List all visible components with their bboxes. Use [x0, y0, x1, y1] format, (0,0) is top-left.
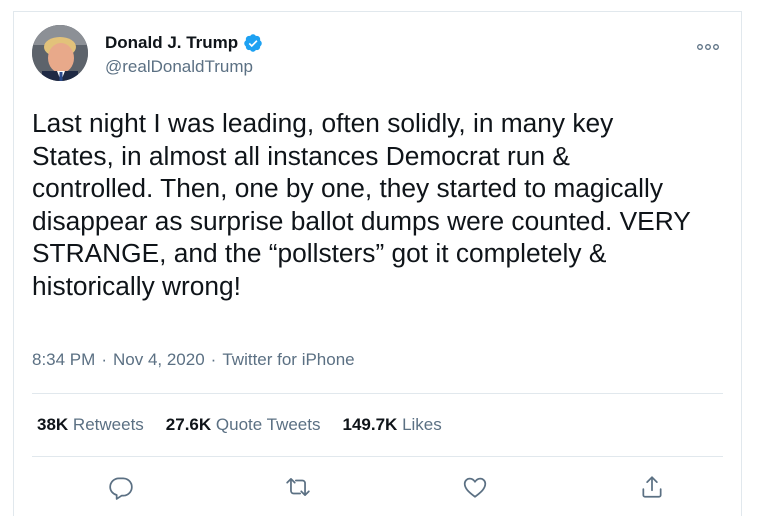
tweet-date[interactable]: Nov 4, 2020 — [113, 350, 205, 370]
heart-icon[interactable] — [460, 472, 490, 502]
tweet-stats: 38K Retweets 27.6K Quote Tweets 149.7K L… — [37, 415, 442, 435]
tweet-card: Donald J. Trump @realDonaldTrump Last ni… — [13, 11, 742, 516]
likes-label: Likes — [402, 415, 442, 434]
retweet-icon[interactable] — [283, 472, 313, 502]
tweet-time[interactable]: 8:34 PM — [32, 350, 95, 370]
avatar-image — [32, 25, 88, 81]
quotes-count: 27.6K — [165, 415, 212, 434]
avatar[interactable] — [32, 25, 88, 81]
likes-count: 149.7K — [342, 415, 398, 434]
meta-separator: · — [101, 350, 107, 369]
tweet-meta: 8:34 PM · Nov 4, 2020 · Twitter for iPho… — [32, 350, 355, 370]
retweets-stat[interactable]: 38K Retweets — [37, 415, 144, 435]
reply-icon[interactable] — [106, 472, 136, 502]
display-name[interactable]: Donald J. Trump — [105, 33, 238, 53]
quote-tweets-stat[interactable]: 27.6K Quote Tweets — [166, 415, 321, 435]
user-info: Donald J. Trump @realDonaldTrump — [105, 31, 263, 77]
share-icon[interactable] — [637, 472, 667, 502]
likes-stat[interactable]: 149.7K Likes — [343, 415, 442, 435]
tweet-text: Last night I was leading, often solidly,… — [32, 108, 691, 301]
retweets-count: 38K — [37, 415, 69, 434]
tweet-header: Donald J. Trump @realDonaldTrump — [32, 25, 723, 85]
user-handle[interactable]: @realDonaldTrump — [105, 57, 263, 77]
tweet-actions — [14, 472, 741, 502]
more-options-icon[interactable] — [697, 39, 723, 53]
divider — [32, 393, 723, 394]
verified-badge-icon — [243, 33, 263, 53]
retweets-label: Retweets — [72, 415, 144, 434]
divider — [32, 456, 723, 457]
quotes-label: Quote Tweets — [215, 415, 321, 434]
meta-separator: · — [210, 350, 217, 369]
tweet-source[interactable]: Twitter for iPhone — [222, 350, 354, 370]
